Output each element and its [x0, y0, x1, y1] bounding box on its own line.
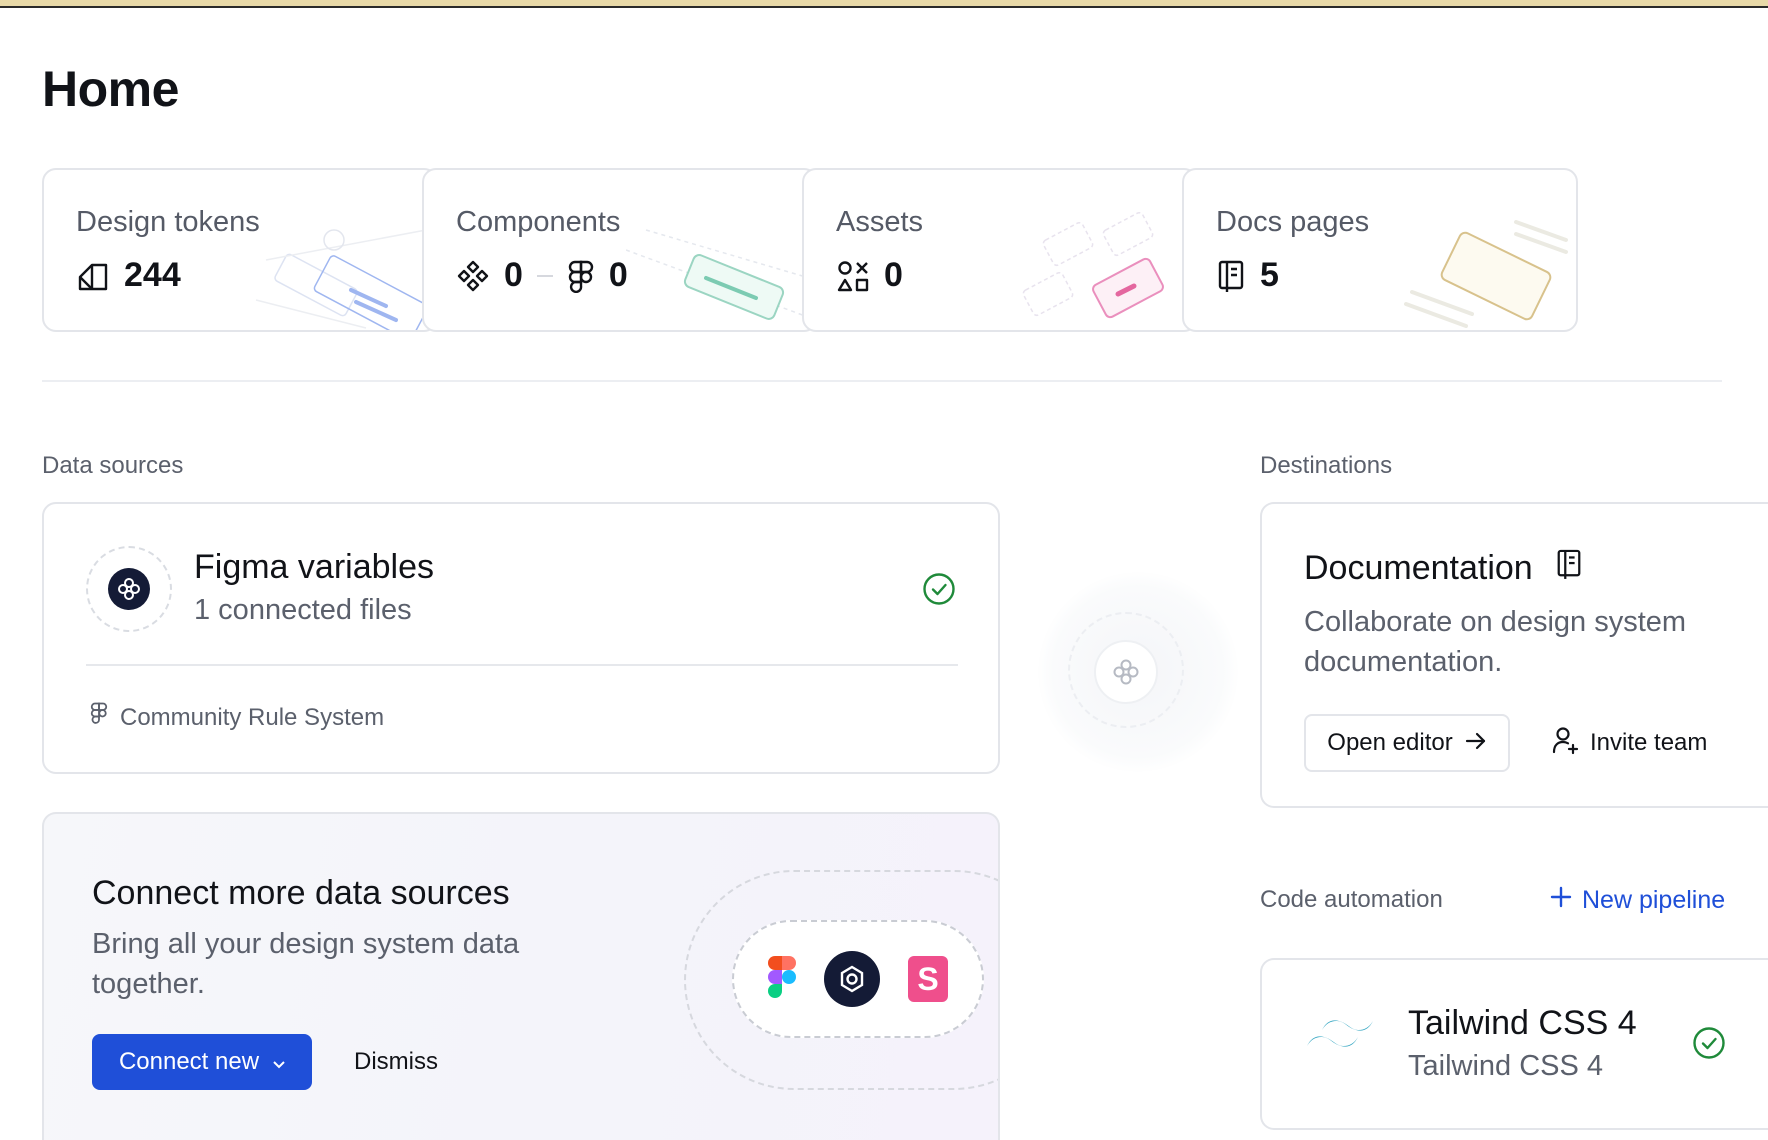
card-separator: [86, 664, 958, 666]
figma-variables-icon: [108, 568, 150, 610]
top-accent-bar: [0, 0, 1768, 8]
section-divider: [42, 380, 1722, 382]
docs-illustration: [1404, 220, 1568, 328]
figma-logo: [768, 955, 796, 1003]
connect-subtitle: Bring all your design system data togeth…: [92, 928, 520, 1000]
new-pipeline-button[interactable]: New pipeline: [1550, 886, 1725, 915]
design-tokens-illustration: [255, 229, 429, 330]
source-subtitle: 1 connected files: [194, 594, 412, 626]
user-plus-icon: [1552, 725, 1580, 762]
source-icon-ring: [86, 546, 172, 632]
source-logos: S: [732, 920, 984, 1038]
new-pipeline-label: New pipeline: [1582, 886, 1726, 914]
tokens-studio-logo: [824, 951, 880, 1007]
stat-value: 0: [884, 256, 903, 294]
storybook-logo: S: [908, 956, 948, 1002]
figma-icon: [567, 259, 595, 293]
check-circle-icon: [922, 572, 956, 611]
pipeline-title: Tailwind CSS 4: [1408, 1004, 1637, 1042]
book-icon: [1555, 548, 1583, 589]
stat-value: 0: [608, 256, 628, 294]
tailwind-logo: [1304, 1016, 1376, 1065]
destination-subtitle: Collaborate on design system documentati…: [1304, 606, 1687, 678]
design-token-icon: [76, 259, 110, 293]
pipeline-subtitle: Tailwind CSS 4: [1408, 1050, 1604, 1082]
figma-variables-card[interactable]: Figma variables 1 connected files Commun…: [42, 502, 1000, 774]
separator: [536, 274, 553, 277]
file-name: Community Rule System: [120, 703, 385, 731]
destinations-label: Destinations: [1260, 452, 1393, 479]
connect-new-label: Connect new: [118, 1048, 260, 1075]
assets-illustration: [1022, 211, 1164, 319]
connect-more-card: Connect more data sources Bring all your…: [42, 812, 1000, 1140]
invite-team-label: Invite team: [1590, 729, 1708, 756]
hub-icon: [1094, 640, 1158, 704]
components-illustration: [626, 229, 816, 321]
book-icon: [1216, 259, 1246, 293]
destination-title: Documentation: [1304, 549, 1533, 587]
arrow-right-icon: [1465, 729, 1487, 757]
component-icon: [456, 259, 490, 293]
dismiss-button[interactable]: Dismiss: [354, 1034, 438, 1090]
stat-value: 244: [124, 256, 181, 294]
stat-card-components[interactable]: Components 0 0: [422, 168, 818, 332]
chevron-down-icon: [273, 1048, 285, 1076]
source-title: Figma variables: [194, 548, 434, 586]
stat-label: Docs pages: [1216, 206, 1370, 238]
connected-file-item[interactable]: Community Rule System: [90, 702, 384, 733]
stat-label: Design tokens: [76, 206, 260, 238]
data-sources-label: Data sources: [42, 452, 184, 479]
stat-value: 0: [504, 256, 523, 294]
figma-icon: [90, 702, 108, 733]
stat-label: Assets: [836, 206, 924, 238]
stat-card-design-tokens[interactable]: Design tokens 244: [42, 168, 438, 332]
stat-value: 5: [1260, 256, 1279, 294]
open-editor-button[interactable]: Open editor: [1304, 714, 1510, 772]
open-editor-label: Open editor: [1327, 729, 1453, 756]
code-automation-label: Code automation: [1260, 886, 1443, 913]
page-title: Home: [42, 61, 179, 117]
connect-new-button[interactable]: Connect new: [92, 1034, 312, 1090]
connect-title: Connect more data sources: [92, 874, 510, 912]
stat-card-assets[interactable]: Assets 0: [802, 168, 1198, 332]
check-circle-icon: [1692, 1026, 1726, 1065]
stat-card-docs-pages[interactable]: Docs pages 5: [1182, 168, 1578, 332]
invite-team-button[interactable]: Invite team: [1552, 714, 1707, 772]
documentation-card[interactable]: Documentation Collaborate on design syst…: [1260, 502, 1768, 808]
plus-icon: [1550, 886, 1572, 915]
assets-icon: [836, 259, 870, 293]
pipeline-card-tailwind[interactable]: Tailwind CSS 4 Tailwind CSS 4: [1260, 958, 1768, 1130]
stat-label: Components: [456, 206, 621, 238]
